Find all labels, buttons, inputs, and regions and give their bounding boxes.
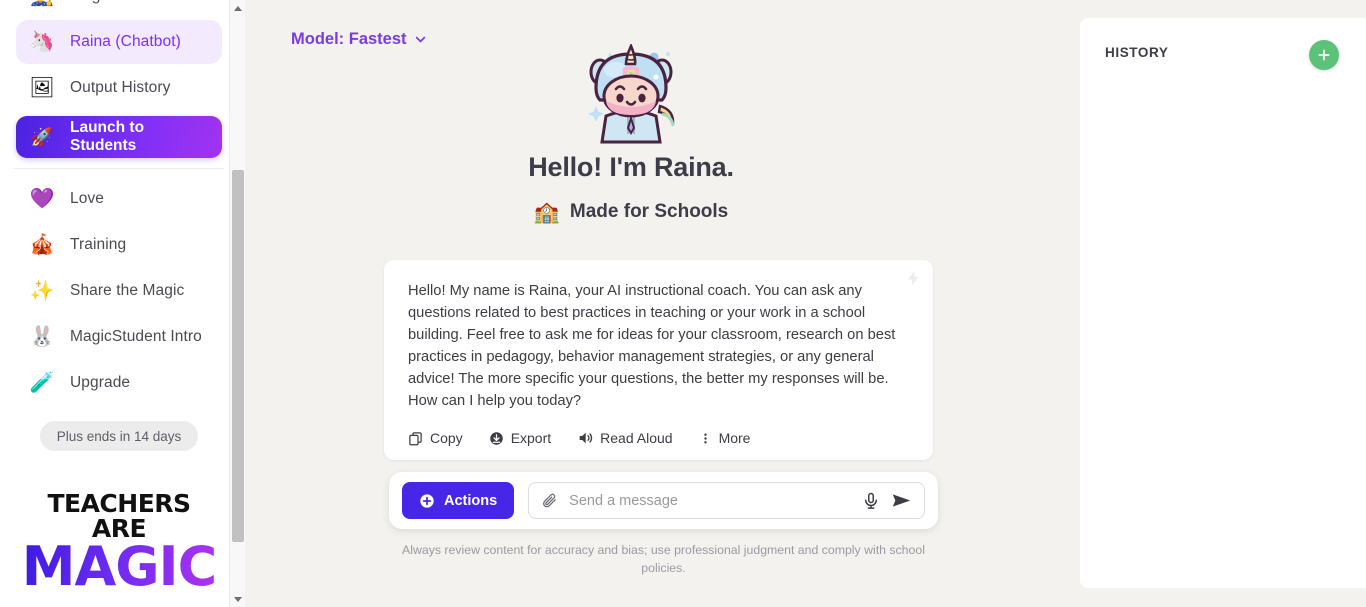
rabbit-icon: 🐰 [29, 326, 55, 348]
sidebar-item-magic-tools[interactable]: 🧙 Magic Tools [16, 0, 222, 18]
launch-button-label: Launch to Students [70, 119, 145, 154]
read-aloud-button[interactable]: Read Aloud [577, 430, 673, 447]
message-composer: Actions [389, 472, 938, 529]
sidebar-item-label: MagicStudent Intro [70, 328, 202, 345]
hero-section: Hello! I'm Raina. 🏫 Made for Schools [245, 0, 1017, 223]
send-paper-plane-icon[interactable] [891, 490, 912, 511]
sidebar-scrollbar[interactable] [229, 0, 245, 607]
export-button[interactable]: Export [489, 430, 551, 446]
sidebar-item-label: Upgrade [70, 374, 131, 391]
history-title: HISTORY [1105, 45, 1169, 60]
sidebar-item-label: Magic Tools [70, 0, 153, 5]
copy-button[interactable]: Copy [408, 430, 463, 446]
copy-label: Copy [430, 430, 463, 447]
search-input[interactable] [569, 492, 851, 509]
copy-icon [409, 432, 422, 446]
sidebar-item-love[interactable]: 💜 Love [16, 177, 222, 221]
assistant-message-text: Hello! My name is Raina, your AI instruc… [408, 283, 896, 410]
made-for-schools-badge: 🏫 Made for Schools [245, 201, 1017, 223]
new-chat-button[interactable] [1309, 40, 1339, 70]
sidebar-item-label: Output History [70, 79, 171, 96]
sidebar-item-share-the-magic[interactable]: ✨ Share the Magic [16, 269, 222, 313]
scroll-up-arrow-icon[interactable] [230, 0, 245, 16]
school-building-icon: 🏫 [533, 200, 560, 224]
more-label: More [718, 430, 751, 447]
actions-button-label: Actions [444, 492, 498, 509]
paperclip-icon[interactable] [541, 492, 558, 509]
sidebar-item-output-history[interactable]: 🖼 Output History [16, 66, 222, 110]
launch-to-students-button[interactable]: 🚀 Launch to Students [16, 116, 222, 158]
plan-status-badge: Plus ends in 14 days [40, 421, 198, 451]
sparkle-wand-icon: ✨ [29, 280, 55, 302]
potion-icon: 🧪 [29, 372, 55, 394]
export-label: Export [510, 430, 552, 447]
sidebar-item-label: Raina (Chatbot) [70, 33, 181, 50]
page-title: Hello! I'm Raina. [528, 152, 734, 182]
sidebar-scroll-content: 🧙 Magic Tools 🦄 Raina (Chatbot) 🖼 Output… [0, 0, 238, 607]
plus-icon [1318, 49, 1330, 61]
more-vertical-icon [703, 433, 707, 444]
sidebar: 🧙 Magic Tools 🦄 Raina (Chatbot) 🖼 Output… [0, 0, 245, 607]
magic-tools-icon: 🧙 [28, 0, 56, 10]
heart-icon: 💜 [29, 188, 55, 210]
history-panel: HISTORY [1080, 18, 1366, 588]
speaker-icon [579, 432, 593, 444]
actions-button[interactable]: Actions [402, 482, 515, 519]
sidebar-item-magicstudent-intro[interactable]: 🐰 MagicStudent Intro [16, 315, 222, 359]
plus-circle-icon [420, 493, 434, 508]
sidebar-item-training[interactable]: 🎪 Training [16, 223, 222, 267]
read-aloud-label: Read Aloud [600, 430, 673, 447]
microphone-icon[interactable] [862, 492, 880, 510]
made-for-schools-label: Made for Schools [569, 201, 729, 222]
sidebar-item-label: Training [70, 236, 127, 253]
rocket-icon: 🚀 [30, 126, 54, 147]
teachers-are-magic-logo: TEACHERS ARE MAGIC [17, 489, 222, 594]
output-history-icon: 🖼 [29, 77, 55, 99]
lightning-bolt-icon [908, 270, 919, 286]
sidebar-item-raina-chatbot[interactable]: 🦄 Raina (Chatbot) [16, 20, 222, 64]
assistant-message-card: Hello! My name is Raina, your AI instruc… [384, 260, 933, 461]
sidebar-divider [14, 168, 224, 169]
sidebar-item-label: Share the Magic [70, 282, 185, 299]
message-actions: Copy Export Read Aloud More [408, 430, 909, 446]
content-disclaimer: Always review content for accuracy and b… [402, 543, 925, 575]
easel-icon: 🎪 [29, 234, 55, 256]
logo-line-2: MAGIC [17, 539, 222, 593]
plan-status-label: Plus ends in 14 days [56, 428, 182, 444]
raina-avatar-icon: 🦄 [29, 31, 55, 53]
scroll-down-arrow-icon[interactable] [230, 591, 245, 607]
message-input-wrapper[interactable] [528, 482, 925, 519]
sidebar-item-upgrade[interactable]: 🧪 Upgrade [16, 361, 222, 405]
sidebar-item-label: Love [70, 190, 105, 207]
raina-character-avatar [576, 42, 686, 144]
sidebar-scrollbar-thumb[interactable] [232, 170, 244, 542]
app-root: 🧙 Magic Tools 🦄 Raina (Chatbot) 🖼 Output… [0, 0, 1366, 607]
export-download-icon [489, 432, 503, 445]
logo-line-1: TEACHERS ARE [47, 489, 191, 543]
more-button[interactable]: More [699, 430, 751, 447]
